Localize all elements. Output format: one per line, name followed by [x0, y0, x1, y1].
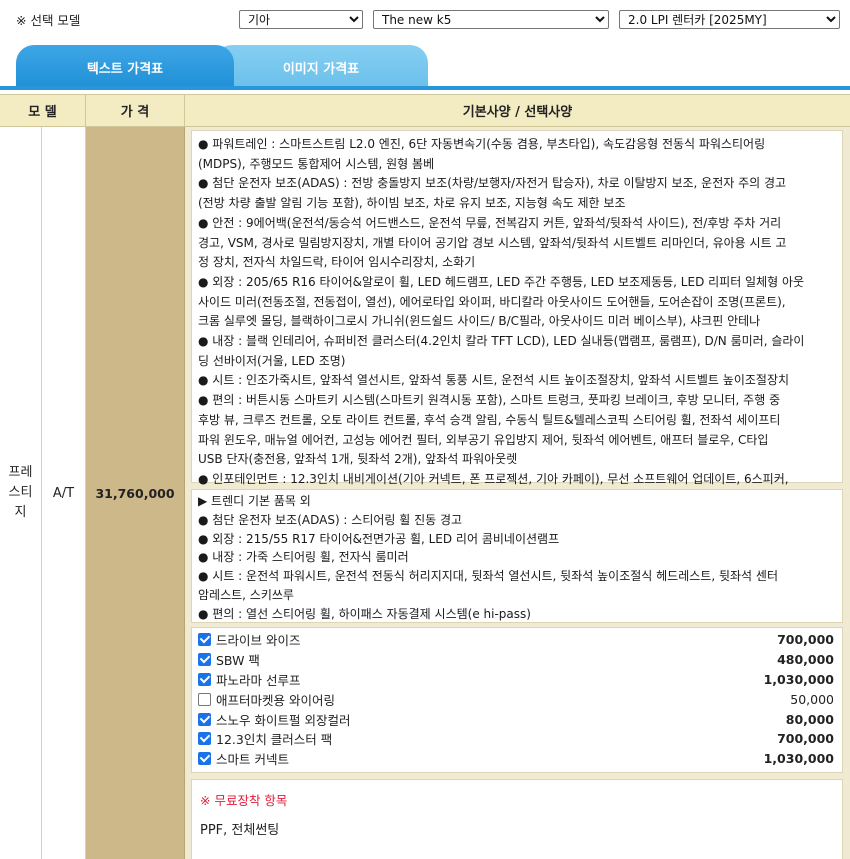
trendy-spec-line: ● 내장 : 가죽 스티어링 휠, 전자식 룸미러 [198, 550, 409, 565]
basic-spec-line: ● 내장 : 블랙 인테리어, 슈퍼비전 클러스터(4.2인치 칼라 TFT L… [198, 334, 805, 349]
trim-name-line: 지 [14, 505, 27, 520]
option-checkbox[interactable] [198, 752, 211, 766]
trim-name-line: 스티 [8, 485, 33, 500]
table-header: 모 델 가 격 기본사양 / 선택사양 [0, 94, 850, 127]
option-price: 50,000 [790, 691, 834, 707]
tab-underline [0, 86, 850, 90]
header-spec: 기본사양 / 선택사양 [462, 105, 573, 120]
trendy-spec-line: ▶ 트렌디 기본 품목 외 [198, 494, 311, 508]
basic-spec-line: 파워 윈도우, 매뉴얼 에어컨, 고성능 에어컨 필터, 외부공기 유입방지 제… [198, 432, 769, 447]
option-list: 드라이브 와이즈 700,000 SBW 팩 480,000 파노라마 선루프 1,030… [191, 627, 843, 773]
header-price: 가 격 [86, 95, 185, 126]
basic-spec-line: ● 인포테인먼트 : 12.3인치 내비게이션(기아 커넥트, 폰 프로젝션, … [198, 471, 789, 486]
tab-image-price[interactable]: 이미지 가격표 [214, 45, 428, 90]
option-price: 480,000 [777, 652, 834, 668]
basic-spec-line: ● 시트 : 인조가죽시트, 앞좌석 열선시트, 앞좌석 통풍 시트, 운전석 … [198, 373, 790, 388]
option-checkbox[interactable] [198, 732, 211, 746]
trendy-spec-line: ● 시트 : 운전석 파워시트, 운전석 전동식 허리지지대, 뒷좌석 열선시트… [198, 569, 778, 584]
basic-spec-line: (전방 차량 출발 알림 기능 포함), 하이빔 보조, 차로 유지 보조, 지… [198, 196, 626, 211]
basic-spec-line: 딩 선바이저(거울, LED 조명) [198, 353, 346, 368]
transmission-cell: A/T [42, 127, 86, 859]
option-item[interactable]: 스노우 화이트펄 외장컬러 80,000 [198, 709, 836, 729]
basic-spec-line: 사이드 미러(전동조절, 전동접이, 열선), 에어로타입 와이퍼, 바디칼라 … [198, 294, 786, 309]
option-name: 애프터마켓용 와이어링 [216, 692, 335, 708]
option-name: 파노라마 선루프 [216, 672, 301, 688]
basic-spec-line: ● 안전 : 9에어백(운전석/동승석 어드밴스드, 운전석 무릎, 전복감지 … [198, 215, 782, 230]
option-checkbox[interactable] [198, 712, 211, 726]
trim-name-line: 프레 [8, 465, 33, 480]
option-name: 드라이브 와이즈 [216, 633, 301, 649]
free-install-box: ※ 무료장착 항목 PPF, 전체썬팅 [191, 779, 843, 859]
option-name: 스마트 커넥트 [216, 752, 289, 768]
option-checkbox[interactable] [198, 692, 211, 706]
basic-spec-line: 정 장치, 전자식 차일드락, 타이어 임시수리장치, 소화기 [198, 255, 476, 270]
basic-spec-line: 경고, VSM, 경사로 밀림방지장치, 개별 타이어 공기압 경보 시스템, … [198, 235, 787, 250]
option-name: 스노우 화이트펄 외장컬러 [216, 712, 351, 728]
header-model: 모 델 [0, 95, 86, 126]
option-price: 700,000 [777, 632, 834, 648]
spec-cell: ● 파워트레인 : 스마트스트림 L2.0 엔진, 6단 자동변속기(수동 겸용… [185, 127, 850, 859]
model-select[interactable]: The new k5 [373, 10, 609, 29]
option-item[interactable]: 파노라마 선루프 1,030,000 [198, 670, 836, 690]
basic-spec-line: ● 첨단 운전자 보조(ADAS) : 전방 충돌방지 보조(차량/보행자/자전… [198, 176, 787, 191]
free-install-title: ※ 무료장착 항목 [200, 793, 288, 808]
option-checkbox[interactable] [198, 672, 211, 686]
option-price: 1,030,000 [763, 751, 834, 767]
price-tabs: 텍스트 가격표 이미지 가격표 [0, 38, 850, 90]
model-selector-bar: ※ 선택 모델 기아 The new k5 2.0 LPI 렌터카 [2025M… [0, 0, 850, 38]
basic-spec-line: USB 단자(충전용, 앞좌석 1개, 뒷좌석 2개), 앞좌석 파워아웃렛 [198, 452, 518, 467]
option-checkbox[interactable] [198, 653, 211, 667]
option-item[interactable]: 드라이브 와이즈 700,000 [198, 630, 836, 650]
basic-spec-box: ● 파워트레인 : 스마트스트림 L2.0 엔진, 6단 자동변속기(수동 겸용… [191, 130, 843, 506]
trendy-spec-box: ▶ 트렌디 기본 품목 외 ● 첨단 운전자 보조(ADAS) : 스티어링 휠 … [191, 489, 843, 623]
option-name: 12.3인치 클러스터 팩 [216, 732, 333, 748]
basic-spec-line: ● 외장 : 205/65 R16 타이어&알로이 휠, LED 헤드램프, L… [198, 274, 805, 289]
selector-label: ※ 선택 모델 [16, 12, 81, 28]
trendy-spec-line: ● 외장 : 215/55 R17 타이어&전면가공 휠, LED 리어 콤비네… [198, 531, 560, 546]
basic-spec-line: 크롬 실루엣 몰딩, 블랙하이그로시 가니쉬(윈드쉴드 사이드/ B/C필라, … [198, 314, 761, 329]
option-name: SBW 팩 [216, 653, 260, 669]
basic-spec-line: ● 편의 : 버튼시동 스마트키 시스템(스마트키 원격시동 포함), 스마트 … [198, 393, 781, 408]
option-item[interactable]: SBW 팩 480,000 [198, 650, 836, 670]
trim-select[interactable]: 2.0 LPI 렌터카 [2025MY] [619, 10, 840, 29]
basic-spec-line: 후방 뷰, 크루즈 컨트롤, 오토 라이트 컨트롤, 후석 승객 알림, 수동식… [198, 412, 781, 427]
basic-spec-line: (MDPS), 주행모드 통합제어 시스템, 원형 봄베 [198, 156, 435, 171]
option-item[interactable]: 애프터마켓용 와이어링 50,000 [198, 689, 836, 709]
basic-spec-line: ● 파워트레인 : 스마트스트림 L2.0 엔진, 6단 자동변속기(수동 겸용… [198, 137, 766, 151]
option-price: 1,030,000 [763, 671, 834, 687]
trim-cell: 프레 스티 지 [0, 127, 42, 859]
free-install-text: PPF, 전체썬팅 [200, 823, 280, 838]
option-item[interactable]: 12.3인치 클러스터 팩 700,000 [198, 729, 836, 749]
option-price: 80,000 [785, 711, 834, 727]
price-table-body: 프레 스티 지 A/T 31,760,000 ● 파워트레인 : 스마트스트림 … [0, 127, 850, 859]
option-item[interactable]: 스마트 커넥트 1,030,000 [198, 749, 836, 769]
option-price: 700,000 [777, 731, 834, 747]
brand-select[interactable]: 기아 [239, 10, 363, 29]
trendy-spec-line: ● 첨단 운전자 보조(ADAS) : 스티어링 휠 진동 경고 [198, 512, 463, 527]
trendy-spec-line: ● 편의 : 열선 스티어링 휠, 하이패스 자동결제 시스템(e hi-pas… [198, 606, 531, 621]
tab-text-price[interactable]: 텍스트 가격표 [16, 45, 234, 90]
trendy-spec-line: 암레스트, 스키쓰루 [198, 587, 294, 602]
price-cell: 31,760,000 [86, 127, 185, 859]
option-checkbox[interactable] [198, 633, 211, 647]
